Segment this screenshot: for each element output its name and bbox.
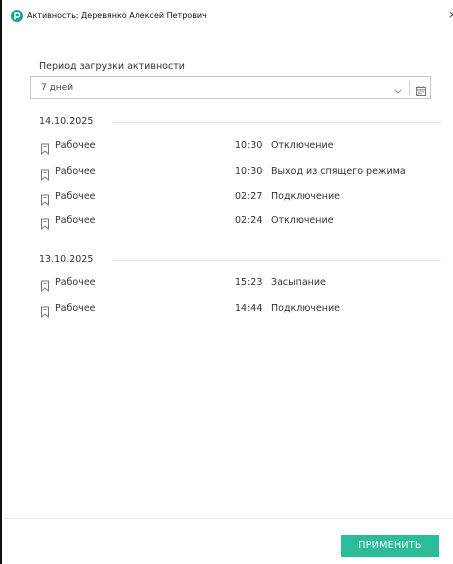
window-title: Активность: Деревянко Алексей Петрович bbox=[27, 11, 207, 20]
apply-button[interactable]: ПРИМЕНИТЬ bbox=[341, 535, 439, 557]
activity-event: Отключение bbox=[271, 215, 334, 226]
date-heading: 14.10.2025 bbox=[39, 116, 94, 127]
activity-type: Рабочее bbox=[55, 277, 96, 288]
activity-time: 10:30 bbox=[235, 166, 263, 177]
period-label: Период загрузки активности bbox=[39, 61, 185, 72]
period-select[interactable]: 7 дней bbox=[30, 76, 431, 99]
activity-row[interactable]: Рабочее 15:23 Засыпание bbox=[2, 275, 453, 293]
close-icon[interactable]: × bbox=[448, 9, 453, 21]
period-select-value: 7 дней bbox=[41, 83, 74, 93]
bookmark-icon bbox=[40, 303, 50, 319]
bookmark-icon bbox=[40, 140, 50, 156]
activity-time: 10:30 bbox=[235, 140, 263, 151]
bookmark-icon bbox=[40, 166, 50, 182]
footer-divider bbox=[4, 518, 453, 519]
activity-type: Рабочее bbox=[55, 191, 96, 202]
activity-time: 02:27 bbox=[235, 191, 263, 202]
title-bar: Активность: Деревянко Алексей Петрович × bbox=[2, 0, 453, 32]
activity-time: 02:24 bbox=[235, 215, 263, 226]
date-divider bbox=[112, 260, 441, 261]
activity-row[interactable]: Рабочее 02:24 Отключение bbox=[2, 213, 453, 231]
app-logo-icon bbox=[11, 10, 23, 22]
activity-type: Рабочее bbox=[55, 303, 96, 314]
activity-event: Выход из спящего режима bbox=[271, 166, 406, 177]
date-heading: 13.10.2025 bbox=[39, 254, 94, 265]
bookmark-icon bbox=[40, 215, 50, 231]
activity-row[interactable]: Рабочее 10:30 Отключение bbox=[2, 138, 453, 156]
select-divider bbox=[409, 81, 410, 95]
activity-type: Рабочее bbox=[55, 166, 96, 177]
activity-event: Подключение bbox=[271, 303, 341, 314]
bookmark-icon bbox=[40, 191, 50, 207]
activity-row[interactable]: Рабочее 14:44 Подключение bbox=[2, 301, 453, 319]
activity-event: Подключение bbox=[271, 191, 341, 202]
date-divider bbox=[112, 122, 441, 123]
activity-time: 15:23 bbox=[235, 277, 263, 288]
activity-type: Рабочее bbox=[55, 215, 96, 226]
activity-row[interactable]: Рабочее 02:27 Подключение bbox=[2, 189, 453, 207]
calendar-icon[interactable] bbox=[415, 82, 427, 96]
activity-event: Засыпание bbox=[271, 277, 326, 288]
activity-row[interactable]: Рабочее 10:30 Выход из спящего режима bbox=[2, 164, 453, 182]
bookmark-icon bbox=[40, 277, 50, 293]
chevron-down-icon[interactable] bbox=[392, 82, 404, 94]
activity-type: Рабочее bbox=[55, 140, 96, 151]
activity-event: Отключение bbox=[271, 140, 334, 151]
activity-time: 14:44 bbox=[235, 303, 263, 314]
activity-dialog: Активность: Деревянко Алексей Петрович ×… bbox=[0, 0, 453, 564]
